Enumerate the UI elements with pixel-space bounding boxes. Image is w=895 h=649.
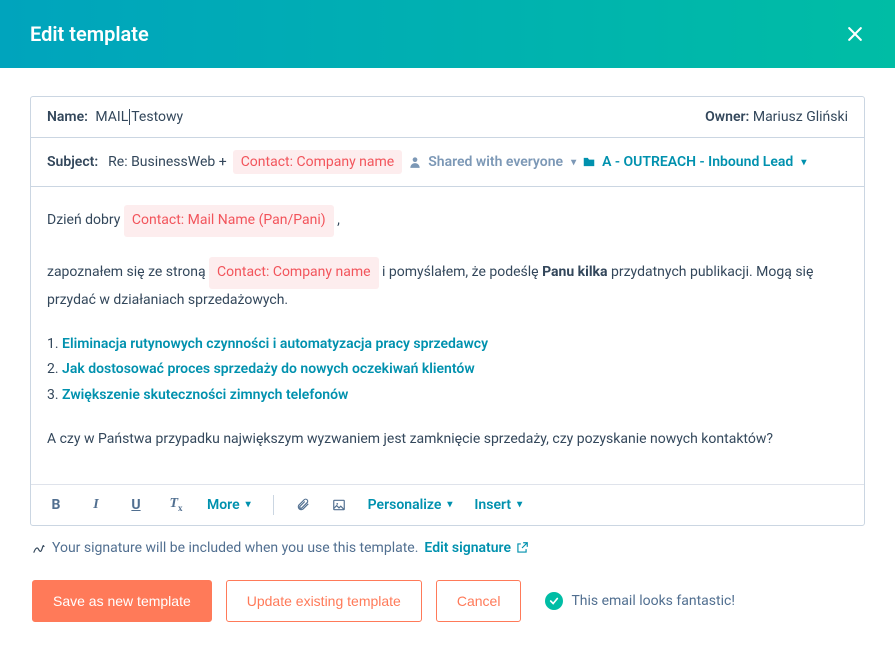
subject-label: Subject: [47,154,98,170]
list-item: 1. Eliminacja rutynowych czynności i aut… [47,333,848,357]
update-button[interactable]: Update existing template [226,580,422,622]
signature-text: Your signature will be included when you… [52,540,418,556]
greeting-line: Dzień dobry Contact: Mail Name (Pan/Pani… [47,205,848,237]
chevron-down-icon: ▾ [571,157,576,168]
sharing-label: Shared with everyone [428,154,563,170]
name-value-after: Testowy [131,109,183,125]
subject-token[interactable]: Contact: Company name [233,150,403,174]
personalize-dropdown[interactable]: Personalize ▾ [368,497,453,513]
bold-button[interactable]: B [47,497,65,513]
name-field[interactable]: Name: MAILTestowy [47,109,183,125]
cancel-button[interactable]: Cancel [436,580,522,622]
image-icon[interactable] [332,498,346,512]
owner-label: Owner: [705,109,749,125]
external-link-icon [515,541,529,555]
chevron-down-icon: ▾ [801,157,806,168]
paragraph-2: A czy w Państwa przypadku największym wy… [47,428,848,452]
modal-header: Edit template [0,0,895,68]
paragraph-1: zapoznałem się ze stroną Contact: Compan… [47,257,848,313]
attachment-icon[interactable] [296,498,310,512]
subject-text[interactable]: Re: BusinessWeb + [108,154,227,170]
check-circle-icon [545,592,563,610]
link-2[interactable]: Jak dostosować proces sprzedaży do nowyc… [62,361,475,377]
modal-footer: Save as new template Update existing tem… [30,580,865,622]
edit-signature-label: Edit signature [424,540,511,556]
links-list: 1. Eliminacja rutynowych czynności i aut… [47,333,848,408]
modal-title: Edit template [30,22,149,46]
signature-icon [32,541,46,555]
close-icon[interactable] [845,24,865,44]
folder-dropdown[interactable]: A - OUTREACH - Inbound Lead ▾ [582,154,806,170]
p1-b: i pomyślałem, że podeślę [382,264,542,280]
status-text: This email looks fantastic! [571,593,735,609]
name-row: Name: MAILTestowy Owner: Mariusz Gliński [31,97,864,138]
more-dropdown[interactable]: More ▾ [207,497,251,513]
name-value-before: MAIL [95,109,128,125]
link-1[interactable]: Eliminacja rutynowych czynności i automa… [62,336,488,352]
subject-row: Subject: Re: BusinessWeb + Contact: Comp… [31,138,864,187]
more-label: More [207,497,240,513]
link-num: 1. [47,336,62,352]
modal-body: Name: MAILTestowy Owner: Mariusz Gliński… [0,68,895,644]
owner-value: Mariusz Gliński [753,109,848,125]
edit-signature-link[interactable]: Edit signature [424,540,529,556]
name-label: Name: [47,109,88,125]
greeting-prefix: Dzień dobry [47,212,124,228]
folder-label: A - OUTREACH - Inbound Lead [602,154,793,170]
toolbar-separator [273,495,274,515]
insert-dropdown[interactable]: Insert ▾ [474,497,522,513]
editor-body[interactable]: Dzień dobry Contact: Mail Name (Pan/Pani… [31,187,864,484]
chevron-down-icon: ▾ [246,499,251,510]
list-item: 2. Jak dostosować proces sprzedaży do no… [47,358,848,382]
list-item: 3. Zwiększenie skuteczności zimnych tele… [47,384,848,408]
underline-button[interactable]: U [127,497,145,513]
greeting-suffix: , [337,212,340,228]
save-button[interactable]: Save as new template [32,580,212,622]
personalize-label: Personalize [368,497,442,513]
signature-note: Your signature will be included when you… [30,526,865,580]
p1-token[interactable]: Contact: Company name [209,257,379,289]
owner-field: Owner: Mariusz Gliński [705,109,848,125]
email-status: This email looks fantastic! [545,592,735,610]
link-num: 3. [47,387,62,403]
insert-label: Insert [474,497,511,513]
greeting-token[interactable]: Contact: Mail Name (Pan/Pani) [124,205,334,237]
folder-icon [582,155,596,169]
link-3[interactable]: Zwiększenie skuteczności zimnych telefon… [62,387,348,403]
p1-a: zapoznałem się ze stroną [47,264,209,280]
chevron-down-icon: ▾ [517,499,522,510]
sharing-dropdown[interactable]: Shared with everyone ▾ [408,154,576,170]
p1-bold: Panu kilka [542,264,607,280]
editor-toolbar: B I U Tx More ▾ Personalize ▾ [31,484,864,525]
chevron-down-icon: ▾ [447,499,452,510]
italic-button[interactable]: I [87,497,105,513]
clear-format-button[interactable]: Tx [167,496,185,513]
link-num: 2. [47,361,62,377]
edit-template-modal: Edit template Name: MAILTestowy Owner: M… [0,0,895,644]
user-icon [408,155,422,169]
template-panel: Name: MAILTestowy Owner: Mariusz Gliński… [30,96,865,526]
